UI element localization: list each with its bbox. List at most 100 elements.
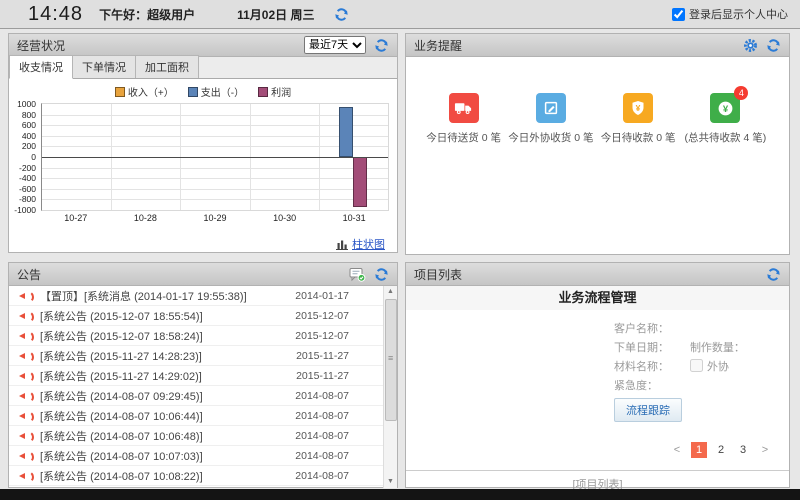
refresh-icon[interactable] xyxy=(334,7,349,22)
list-item[interactable]: [系统公告 (2015-11-27 14:28:23)]2015-11-27 xyxy=(9,346,397,366)
legend-profit-swatch xyxy=(258,87,268,97)
svg-text:¥: ¥ xyxy=(723,103,729,114)
list-item[interactable]: [系统公告 (2014-08-07 10:06:48)]2014-08-07 xyxy=(9,426,397,446)
y-tick-label: -600 xyxy=(19,184,36,194)
customer-name-label: 客户名称： xyxy=(614,320,690,336)
yen-circle-icon: ¥ xyxy=(717,100,734,117)
refresh-icon[interactable] xyxy=(374,267,389,282)
bottom-black-bar xyxy=(0,489,800,500)
clock-time: 14:48 xyxy=(28,3,83,26)
list-item[interactable]: [系统公告 (2015-12-07 18:55:54)]2015-12-07 xyxy=(9,306,397,326)
delivery-tile[interactable] xyxy=(449,93,479,123)
divider xyxy=(406,470,789,471)
edit-icon xyxy=(543,100,559,116)
y-tick-label: 0 xyxy=(31,152,36,162)
speaker-icon xyxy=(18,330,33,342)
outsource-checkbox[interactable] xyxy=(690,359,703,372)
h-gridline xyxy=(42,178,388,179)
speaker-icon xyxy=(18,410,33,422)
y-tick-label: 1000 xyxy=(17,99,36,109)
announcements-header: 公告 xyxy=(9,263,397,286)
business-reminders-header: 业务提醒 xyxy=(406,34,789,57)
announcement-list: 【置顶】[系统消息 (2014-01-17 19:55:38)]2014-01-… xyxy=(9,286,397,488)
y-tick-label: -400 xyxy=(19,173,36,183)
announcements-title: 公告 xyxy=(17,266,41,283)
payment-total-badge: 4 xyxy=(734,86,748,100)
payment-today-tile[interactable]: ¥ xyxy=(623,93,653,123)
urgency-label: 紧急度： xyxy=(614,377,690,393)
business-reminders-panel: 业务提醒 今日待送货 0 笔 今日外协收货 0 笔 xyxy=(405,33,790,255)
flow-track-button[interactable]: 流程跟踪 xyxy=(614,398,682,422)
speaker-icon xyxy=(18,310,33,322)
user-greeting: 下午好：超级用户 xyxy=(99,6,195,23)
list-item[interactable]: [系统公告 (2015-12-07 18:58:24)]2015-12-07 xyxy=(9,326,397,346)
list-item[interactable]: 【置顶】[系统消息 (2014-01-17 19:55:38)]2014-01-… xyxy=(9,286,397,306)
workflow-heading: 业务流程管理 xyxy=(406,286,789,310)
pagination-page-1[interactable]: 1 xyxy=(691,442,707,458)
pagination-page-2[interactable]: 2 xyxy=(713,442,729,458)
chart-bar xyxy=(339,107,353,157)
legend-expense-swatch xyxy=(188,87,198,97)
payment-total-tile-label: (总共待收款 4 笔) xyxy=(685,130,767,145)
refresh-icon[interactable] xyxy=(766,267,781,282)
payment-total-tile[interactable]: ¥ 4 xyxy=(710,93,740,123)
y-tick-label: -1000 xyxy=(14,205,36,215)
date-range-select[interactable]: 最近7天 xyxy=(304,36,366,54)
truck-icon xyxy=(454,100,473,116)
speaker-icon xyxy=(18,370,33,382)
h-gridline xyxy=(42,115,388,116)
x-tick-label: 10-29 xyxy=(180,213,250,228)
x-tick-label: 10-28 xyxy=(111,213,181,228)
show-personal-center-label: 登录后显示个人中心 xyxy=(689,6,788,22)
top-bar: 14:48 下午好：超级用户 11月02日 周三 登录后显示个人中心 xyxy=(0,0,800,29)
pagination-page-3[interactable]: 3 xyxy=(735,442,751,458)
tab-income-expense[interactable]: 收支情况 xyxy=(9,55,73,79)
refresh-icon[interactable] xyxy=(374,38,389,53)
svg-text:¥: ¥ xyxy=(636,103,641,113)
yen-shield-icon: ¥ xyxy=(630,100,646,116)
outsource-receipt-tile-label: 今日外协收货 0 笔 xyxy=(508,130,593,145)
list-item[interactable]: [系统公告 (2014-08-07 10:08:22)]2014-08-07 xyxy=(9,466,397,486)
pagination-prev[interactable]: < xyxy=(669,442,685,458)
list-item[interactable]: [系统公告 (2014-08-07 10:07:03)]2014-08-07 xyxy=(9,446,397,466)
announcements-panel: 公告 【置顶】[系统消息 (2014-01-17 19:55:38)]2014-… xyxy=(8,262,398,488)
project-list-header: 项目列表 xyxy=(406,263,789,286)
pagination-next[interactable]: > xyxy=(757,442,773,458)
scroll-down-arrow[interactable] xyxy=(384,476,397,488)
h-gridline xyxy=(42,168,388,169)
bar-chart-link[interactable]: 柱状图 xyxy=(352,236,385,252)
tab-processing-area[interactable]: 加工面积 xyxy=(136,55,199,78)
list-item[interactable]: [系统公告 (2014-08-07 09:29:45)]2014-08-07 xyxy=(9,386,397,406)
legend-expense: 支出（-） xyxy=(188,84,244,99)
legend-income: 收入（+） xyxy=(115,84,174,99)
message-note-icon[interactable] xyxy=(349,267,366,282)
business-status-title: 经营状况 xyxy=(17,37,65,54)
speaker-icon xyxy=(18,290,33,302)
show-personal-center-checkbox[interactable] xyxy=(672,8,685,21)
order-date-label: 下单日期： xyxy=(614,339,690,355)
outsource-receipt-tile[interactable] xyxy=(536,93,566,123)
chart-tabs: 收支情况 下单情况 加工面积 xyxy=(9,57,397,79)
scrollbar-thumb[interactable] xyxy=(385,299,397,421)
scrollbar[interactable] xyxy=(383,286,397,488)
scroll-up-arrow[interactable] xyxy=(384,286,397,298)
refresh-icon[interactable] xyxy=(766,38,781,53)
speaker-icon xyxy=(18,470,33,482)
h-gridline xyxy=(42,136,388,137)
workflow-form: 客户名称： 下单日期：制作数量： 材料名称：外协 紧急度： xyxy=(614,318,789,394)
quantity-label: 制作数量： xyxy=(690,339,789,355)
gear-icon[interactable] xyxy=(743,38,758,53)
reminder-outsource-receipt: 今日外协收货 0 笔 xyxy=(507,93,594,145)
bar-chart-icon xyxy=(336,239,348,250)
speaker-icon xyxy=(18,350,33,362)
list-item[interactable]: [系统公告 (2014-08-07 10:06:44)]2014-08-07 xyxy=(9,406,397,426)
list-item[interactable]: [系统公告 (2015-11-27 14:29:02)]2015-11-27 xyxy=(9,366,397,386)
reminder-payment-total: ¥ 4 (总共待收款 4 笔) xyxy=(682,93,769,145)
y-tick-label: 200 xyxy=(22,141,36,151)
y-tick-label: 600 xyxy=(22,120,36,130)
tab-orders[interactable]: 下单情况 xyxy=(73,55,136,78)
chart-legend: 收入（+） 支出（-） 利润 xyxy=(9,83,397,99)
speaker-icon xyxy=(18,450,33,462)
speaker-icon xyxy=(18,390,33,402)
reminder-tiles: 今日待送货 0 笔 今日外协收货 0 笔 ¥ 今日待收款 0 笔 ¥ 4 (总 xyxy=(420,93,769,145)
